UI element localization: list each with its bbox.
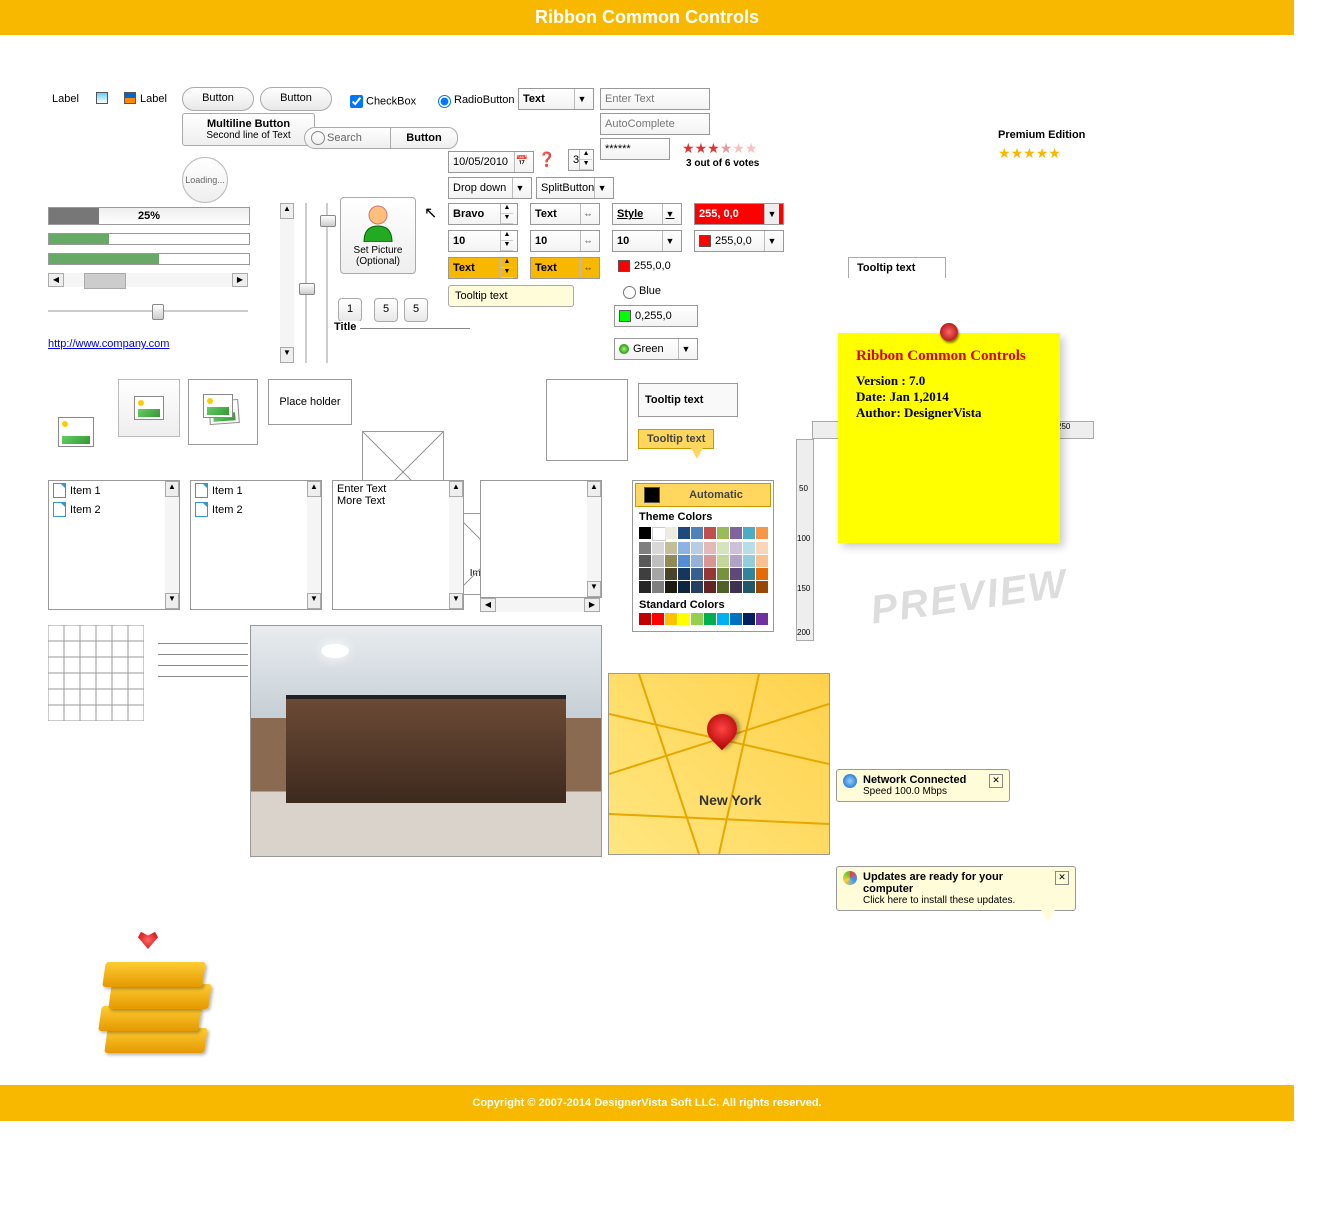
scrollbar-horizontal[interactable]: ◀▶ bbox=[48, 273, 248, 287]
number-spinner[interactable]: 3▲▼ bbox=[568, 149, 594, 171]
color-option-red[interactable]: 255,0,0 bbox=[618, 260, 671, 272]
theme-color-grid[interactable] bbox=[639, 527, 767, 593]
star-rating-premium: ★★★★★ bbox=[998, 145, 1061, 162]
scrollbar-horizontal[interactable]: ◀▶ bbox=[480, 598, 600, 612]
split-button[interactable]: SplitButton▼ bbox=[536, 177, 614, 199]
color-readonly: 0,255,0 bbox=[614, 305, 698, 327]
books-icon bbox=[100, 933, 220, 1053]
progress-bar-thin bbox=[48, 233, 250, 245]
pin-icon bbox=[940, 323, 958, 341]
map-image: New York bbox=[608, 673, 830, 855]
button[interactable]: Button bbox=[182, 87, 254, 111]
hyperlink[interactable]: http://www.company.com bbox=[48, 338, 169, 350]
color-combo[interactable]: 255, 0,0▼ bbox=[694, 203, 784, 225]
ruler-vertical: 50 100 150 200 bbox=[796, 439, 814, 641]
page-btn[interactable]: 5 bbox=[374, 298, 398, 322]
cursor-icon: ↖ bbox=[424, 203, 437, 223]
nav-button[interactable]: Button bbox=[390, 127, 458, 149]
help-icon[interactable]: ❓ bbox=[538, 151, 555, 168]
page-title-bar: Ribbon Common Controls bbox=[0, 0, 1294, 35]
slider-vertical[interactable] bbox=[305, 203, 307, 363]
slider[interactable] bbox=[48, 310, 248, 312]
color-combo[interactable]: 255,0,0▼ bbox=[694, 230, 784, 252]
slider-vertical-ticks[interactable] bbox=[326, 203, 328, 363]
file-icon bbox=[195, 483, 208, 498]
radio-button[interactable]: RadioButton bbox=[433, 92, 515, 108]
text-combo[interactable]: Text▼ bbox=[518, 88, 594, 110]
title-separator: Title bbox=[330, 328, 470, 341]
progress-bar-thin bbox=[48, 253, 250, 265]
shield-icon bbox=[843, 871, 857, 885]
grid-combo[interactable]: Bravo▲▼ bbox=[448, 203, 518, 225]
autocomplete-input[interactable]: AutoComplete bbox=[600, 113, 710, 135]
rating-text: 3 out of 6 votes bbox=[686, 158, 759, 169]
progress-bar: 25% bbox=[48, 207, 250, 225]
file-list[interactable]: Item 1 Item 2 ▲▼ bbox=[48, 480, 180, 610]
map-pin-label: New York bbox=[699, 792, 762, 808]
loading-spinner: Loading... bbox=[182, 157, 228, 203]
tooltip-plain: Tooltip text bbox=[638, 383, 738, 417]
password-input[interactable]: ****** bbox=[600, 138, 670, 160]
notification-balloon[interactable]: Network ConnectedSpeed 100.0 Mbps ✕ bbox=[836, 769, 1010, 802]
picture-frame[interactable] bbox=[118, 379, 180, 437]
file-list[interactable]: Item 1 Item 2 ▲▼ bbox=[190, 480, 322, 610]
file-icon bbox=[53, 483, 66, 498]
multiline-button[interactable]: Multiline Button Second line of Text bbox=[182, 113, 315, 146]
color-combo-green[interactable]: Green▼ bbox=[614, 338, 698, 360]
update-balloon[interactable]: Updates are ready for your computerClick… bbox=[836, 866, 1076, 911]
label-text: Label bbox=[52, 93, 79, 105]
grid-combo[interactable]: Style▼ bbox=[612, 203, 682, 225]
premium-label: Premium Edition bbox=[998, 129, 1085, 141]
page-btn[interactable]: 5 bbox=[404, 298, 428, 322]
image-icon bbox=[96, 92, 108, 104]
file-icon bbox=[195, 502, 208, 517]
preview-watermark: PREVIEW bbox=[868, 561, 1071, 633]
tooltip-balloon: Tooltip text bbox=[448, 285, 574, 307]
sticky-note: Ribbon Common Controls Version : 7.0 Dat… bbox=[838, 333, 1060, 543]
page-btn[interactable]: 1 bbox=[338, 298, 362, 322]
date-picker[interactable]: 10/05/2010📅 bbox=[448, 151, 534, 173]
grid-combo[interactable]: Text⇔ bbox=[530, 203, 600, 225]
grid-combo-highlight[interactable]: Text⇔ bbox=[530, 257, 600, 279]
scrollbar-vertical[interactable]: ▲▼ bbox=[280, 203, 294, 363]
file-icon bbox=[53, 502, 66, 517]
text-area[interactable]: Enter TextMore Text ▲▼ bbox=[332, 480, 464, 610]
empty-panel bbox=[546, 379, 628, 461]
color-radio-blue[interactable]: Blue bbox=[618, 283, 661, 299]
grid-combo[interactable]: 10⇔ bbox=[530, 230, 600, 252]
tooltip-callout: Tooltip text bbox=[638, 429, 714, 449]
chart-icon bbox=[124, 92, 136, 104]
info-icon bbox=[843, 774, 857, 788]
text-input[interactable]: Enter Text bbox=[600, 88, 710, 110]
scroll-panel[interactable]: ▲▼ bbox=[480, 480, 602, 598]
placeholder-box: Place holder bbox=[268, 379, 352, 425]
search-icon bbox=[311, 131, 325, 145]
grid-combo[interactable]: 10▲▼ bbox=[448, 230, 518, 252]
standard-color-grid[interactable] bbox=[639, 613, 767, 625]
circle-icon bbox=[619, 344, 629, 354]
dropdown[interactable]: Drop down▼ bbox=[448, 177, 532, 199]
grid-combo[interactable]: 10▼ bbox=[612, 230, 682, 252]
picture-thumbnail[interactable] bbox=[58, 417, 94, 447]
grid-icon bbox=[48, 625, 144, 724]
button[interactable]: Button bbox=[260, 87, 332, 111]
picture-frame-selected[interactable] bbox=[188, 379, 258, 445]
grid-combo-highlight[interactable]: Text▲▼ bbox=[448, 257, 518, 279]
label-text: Label bbox=[140, 93, 167, 105]
color-picker[interactable]: Automatic Theme Colors Standard Colors bbox=[632, 480, 774, 632]
photo-image bbox=[250, 625, 602, 857]
checkbox[interactable]: CheckBox bbox=[346, 92, 416, 111]
lines-icon bbox=[158, 633, 248, 687]
star-rating[interactable]: ★★★★★★ bbox=[682, 140, 757, 157]
tooltip-tab: Tooltip text bbox=[848, 257, 946, 278]
footer: Copyright © 2007-2014 DesignerVista Soft… bbox=[0, 1085, 1294, 1121]
set-picture-button[interactable]: Set Picture (Optional) bbox=[340, 197, 416, 274]
person-icon bbox=[361, 204, 395, 242]
close-icon[interactable]: ✕ bbox=[989, 774, 1003, 788]
close-icon[interactable]: ✕ bbox=[1055, 871, 1069, 885]
